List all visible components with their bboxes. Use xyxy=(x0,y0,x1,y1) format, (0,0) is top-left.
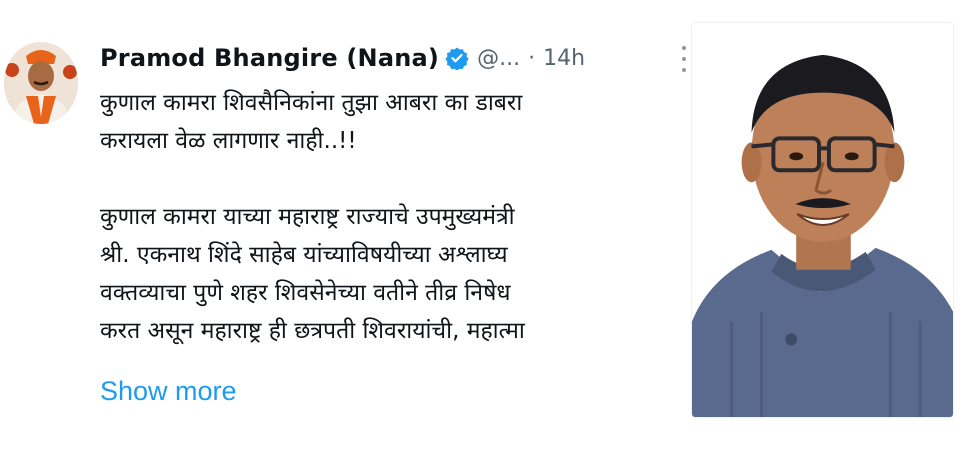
tweet-text-line: करायला वेळ लागणार नाही..!! xyxy=(100,128,357,154)
tweet-text-line: कुणाल कामरा शिवसैनिकांना तुझा आबरा का डा… xyxy=(100,90,523,116)
portrait-photo xyxy=(692,23,953,417)
tweet-header: Pramod Bhangire (Nana) @... · 14h xyxy=(100,40,585,76)
tweet-media-image[interactable] xyxy=(691,22,954,418)
author-avatar[interactable] xyxy=(4,42,78,124)
tweet-text-line: वक्तव्याचा पुणे शहर शिवसेनेच्या वतीने ती… xyxy=(100,280,511,306)
tweet-text: कुणाल कामरा शिवसैनिकांना तुझा आबरा का डा… xyxy=(100,84,680,350)
tweet-text-line: श्री. एकनाथ शिंदे साहेब यांच्याविषयीच्या… xyxy=(100,242,508,268)
tweet-text-line: कुणाल कामरा याच्या महाराष्ट्र राज्याचे उ… xyxy=(100,204,515,230)
tweet-text-line: करत असून महाराष्ट्र ही छत्रपती शिवरायांच… xyxy=(100,318,525,344)
verified-badge-icon xyxy=(445,46,469,71)
tweet-card: Pramod Bhangire (Nana) @... · 14h कुणाल … xyxy=(0,0,962,460)
more-vertical-icon[interactable] xyxy=(677,44,691,74)
meta-separator: · xyxy=(528,45,536,71)
avatar-photo xyxy=(4,42,78,124)
show-more-link[interactable]: Show more xyxy=(100,376,237,407)
tweet-timestamp[interactable]: 14h xyxy=(543,46,585,71)
author-handle[interactable]: @... xyxy=(477,46,520,71)
author-display-name[interactable]: Pramod Bhangire (Nana) xyxy=(100,44,439,72)
